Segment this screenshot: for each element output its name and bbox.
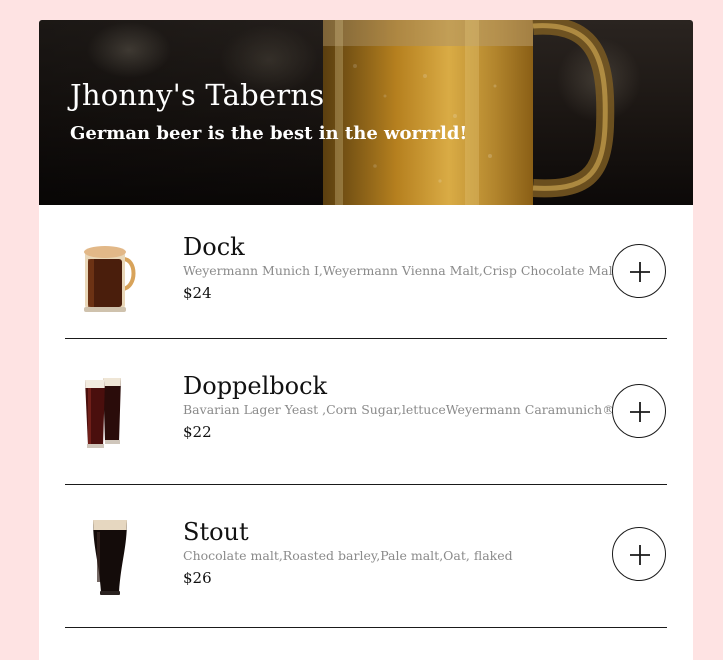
- plus-icon: [630, 402, 650, 422]
- item-price: $26: [183, 569, 212, 587]
- item-description: Bavarian Lager Yeast ,Corn Sugar,lettuce…: [183, 402, 624, 417]
- hero-overlay: [39, 20, 693, 205]
- page-subtitle: German beer is the best in the worrrld!: [70, 123, 468, 144]
- item-info: Doppelbock Bavarian Lager Yeast ,Corn Su…: [183, 371, 624, 443]
- plus-icon: [630, 545, 650, 565]
- item-info: Dock Weyermann Munich I,Weyermann Vienna…: [183, 232, 618, 304]
- add-to-cart-button[interactable]: [612, 244, 666, 298]
- list-item: Doppelbock Bavarian Lager Yeast ,Corn Su…: [65, 339, 667, 485]
- beer-menu-list: Dock Weyermann Munich I,Weyermann Vienna…: [65, 205, 667, 628]
- item-name: Stout: [183, 518, 249, 546]
- item-name: Dock: [183, 233, 245, 261]
- item-description: Chocolate malt,Roasted barley,Pale malt,…: [183, 548, 513, 563]
- item-price: $24: [183, 284, 212, 302]
- item-price: $22: [183, 423, 212, 441]
- page-title: Jhonny's Taberns: [70, 78, 325, 112]
- add-to-cart-button[interactable]: [612, 527, 666, 581]
- menu-card: Jhonny's Taberns German beer is the best…: [39, 20, 693, 660]
- beer-glasses-icon: [85, 378, 121, 448]
- list-item: Stout Chocolate malt,Roasted barley,Pale…: [65, 485, 667, 628]
- item-name: Doppelbock: [183, 372, 328, 400]
- plus-icon: [630, 262, 650, 282]
- hero-banner: Jhonny's Taberns German beer is the best…: [39, 20, 693, 205]
- stout-glass-icon: [93, 520, 127, 595]
- beer-mug-icon: [84, 246, 136, 312]
- item-info: Stout Chocolate malt,Roasted barley,Pale…: [183, 517, 513, 589]
- list-item: Dock Weyermann Munich I,Weyermann Vienna…: [65, 205, 667, 339]
- item-description: Weyermann Munich I,Weyermann Vienna Malt…: [183, 263, 618, 278]
- add-to-cart-button[interactable]: [612, 384, 666, 438]
